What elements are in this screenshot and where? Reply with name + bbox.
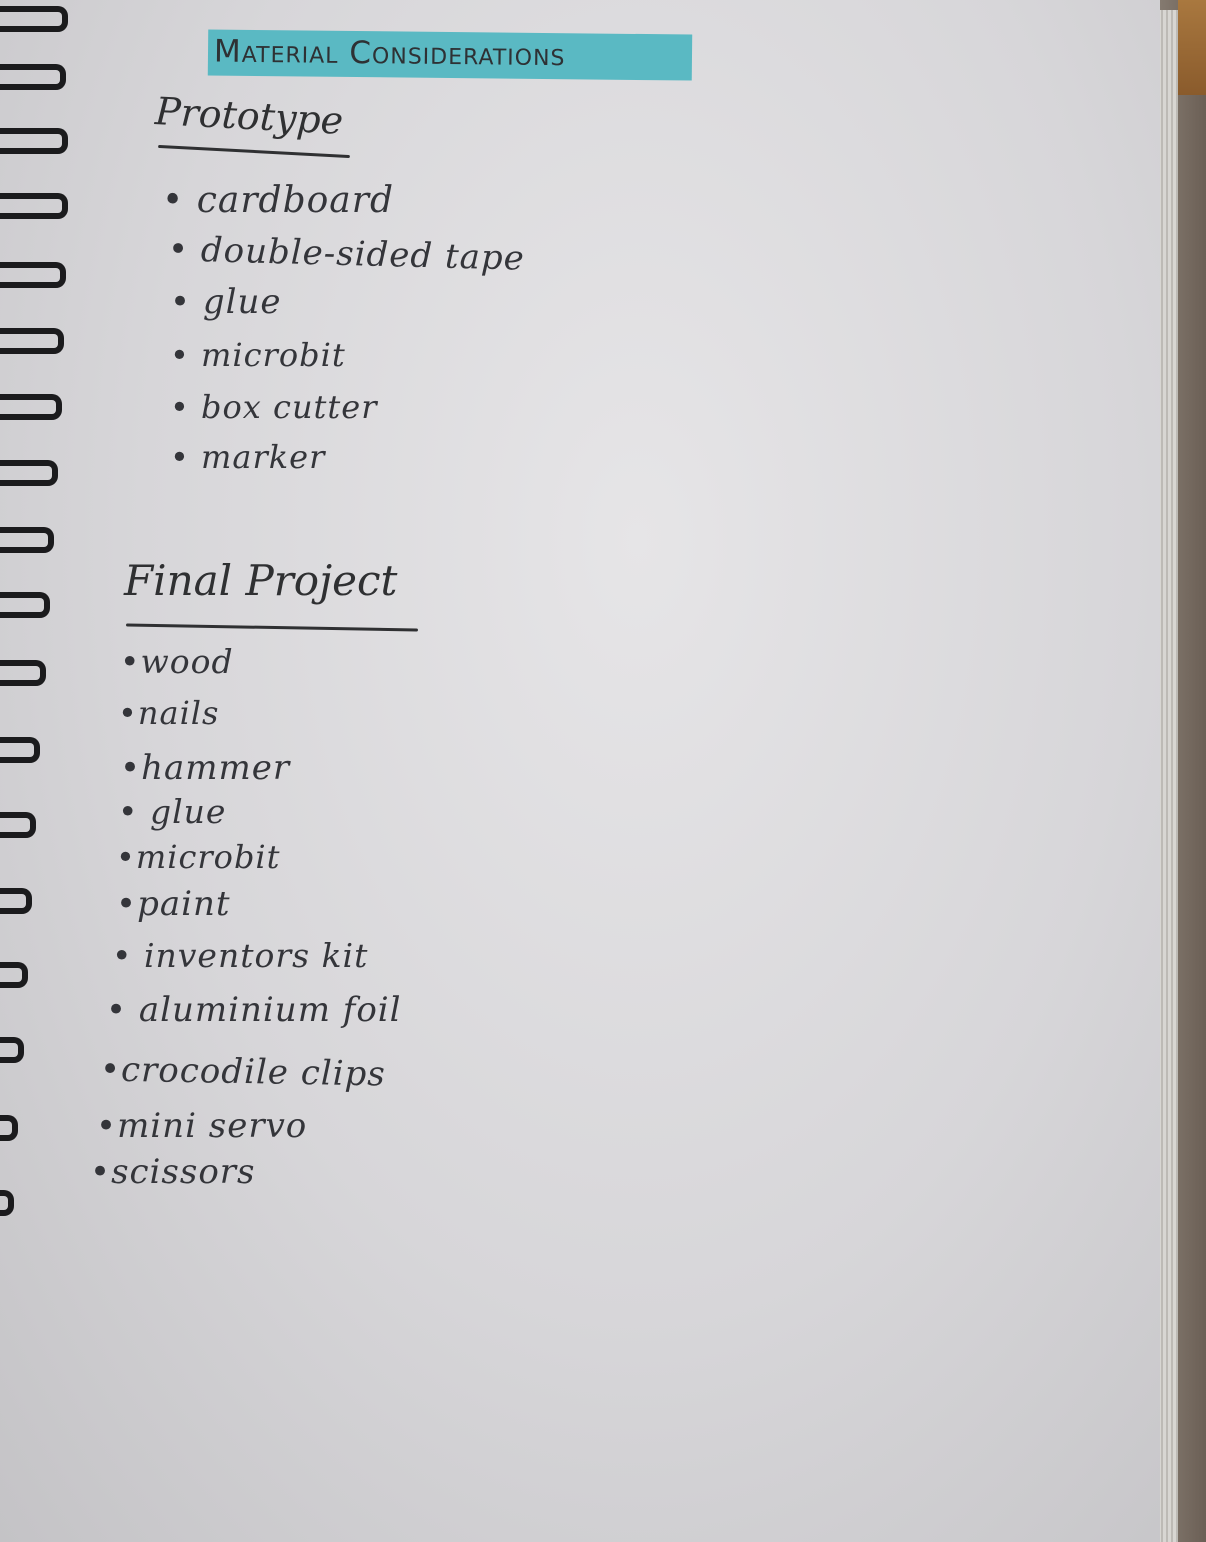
- page-heading: Material Considerations: [213, 33, 566, 74]
- spiral-ring: [0, 962, 28, 988]
- spiral-ring: [0, 737, 40, 763]
- spiral-ring: [0, 6, 68, 32]
- heading-highlight: Material Considerations: [207, 29, 693, 81]
- spiral-ring: [0, 262, 66, 288]
- spiral-ring: [0, 328, 64, 354]
- spiral-ring: [0, 592, 50, 618]
- prototype-item: • glue: [170, 282, 282, 322]
- spiral-ring: [0, 64, 66, 90]
- spiral-ring: [0, 1190, 14, 1216]
- wooden-table-corner: [1178, 0, 1206, 95]
- final-project-item: • aluminium foil: [106, 990, 402, 1030]
- final-project-underline: [125, 623, 419, 632]
- spiral-ring: [0, 394, 62, 420]
- spiral-ring: [0, 812, 36, 838]
- final-project-item: •scissors: [90, 1152, 256, 1192]
- final-project-item: •wood: [120, 642, 234, 681]
- prototype-item: • marker: [170, 438, 326, 476]
- prototype-item: • box cutter: [170, 388, 378, 426]
- final-project-item: •nails: [118, 694, 220, 732]
- prototype-underline: [158, 144, 350, 159]
- spiral-ring: [0, 1037, 24, 1063]
- notebook-page: Material Considerations Prototype • card…: [0, 0, 1160, 1542]
- prototype-item: • cardboard: [162, 180, 395, 221]
- final-project-title: Final Project: [124, 556, 398, 605]
- spiral-ring: [0, 1115, 18, 1141]
- final-project-item: •crocodile clips: [99, 1049, 387, 1095]
- prototype-item: • microbit: [170, 336, 346, 374]
- final-project-item: •mini servo: [96, 1106, 308, 1146]
- spiral-ring: [0, 527, 54, 553]
- spiral-ring: [0, 660, 46, 686]
- final-project-item: •microbit: [116, 838, 281, 876]
- spiral-ring: [0, 460, 58, 486]
- spiral-ring: [0, 193, 68, 219]
- final-project-item: • inventors kit: [112, 936, 369, 975]
- final-project-item: •paint: [116, 884, 231, 924]
- prototype-title: Prototype: [153, 89, 345, 143]
- spiral-binding: [0, 0, 90, 1542]
- spiral-ring: [0, 888, 32, 914]
- spiral-ring: [0, 128, 68, 154]
- prototype-item: • double-sided tape: [167, 229, 526, 279]
- final-project-item: •hammer: [120, 748, 291, 788]
- final-project-item: • glue: [118, 792, 227, 831]
